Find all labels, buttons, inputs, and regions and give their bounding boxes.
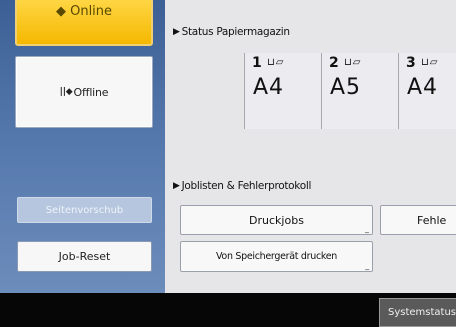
print-from-storage-button[interactable]: Von Speichergerät drucken _: [180, 241, 373, 272]
online-button[interactable]: ◆ Online: [15, 0, 153, 46]
paper-tray-status-heading: ▶ Status Papiermagazin: [173, 26, 290, 38]
paper-tray-strip: 1 ⊔▱ A4 2 ⊔▱ A5 3 ⊔▱ A4: [244, 53, 456, 129]
fehlerprotokoll-label: Fehle: [417, 213, 447, 227]
tray-paper-size: A4: [407, 75, 439, 100]
system-status-label: Systemstatus: [388, 307, 456, 318]
offline-icon: ||◆: [59, 87, 73, 97]
system-status-button[interactable]: Systemstatus: [379, 298, 456, 327]
triangle-right-icon: ▶: [173, 27, 180, 37]
fehlerprotokoll-button[interactable]: Fehle: [380, 205, 456, 235]
job-reset-button[interactable]: Job-Reset: [17, 241, 152, 272]
corner-marker-icon: _: [365, 224, 369, 233]
paper-tray-status-title: Status Papiermagazin: [181, 26, 290, 38]
tray-paper-icon: ⊔▱: [421, 57, 439, 68]
job-list-heading: ▶ Joblisten & Fehlerprotokoll: [173, 180, 311, 192]
tray-paper-size: A5: [330, 75, 362, 100]
online-icon: ◆: [55, 4, 66, 19]
druckjobs-button[interactable]: Druckjobs _: [180, 205, 373, 235]
paper-tray-2: 2 ⊔▱ A5: [322, 53, 399, 129]
triangle-right-icon: ▶: [173, 181, 180, 191]
tray-paper-icon: ⊔▱: [267, 57, 285, 68]
tray-paper-icon: ⊔▱: [344, 57, 362, 68]
offline-button[interactable]: ||◆ Offline: [15, 56, 153, 128]
tray-number: 2: [329, 55, 339, 71]
corner-marker-icon: _: [365, 261, 369, 270]
online-label: Online: [70, 4, 113, 19]
tray-paper-size: A4: [253, 75, 285, 100]
tray-number: 1: [252, 55, 262, 71]
job-reset-label: Job-Reset: [58, 250, 111, 263]
job-list-title: Joblisten & Fehlerprotokoll: [181, 180, 312, 192]
paper-tray-1: 1 ⊔▱ A4: [245, 53, 322, 129]
druckjobs-label: Druckjobs: [249, 213, 304, 227]
print-from-storage-label: Von Speichergerät drucken: [215, 251, 338, 262]
seitenvorschub-label: Seitenvorschub: [45, 204, 124, 216]
paper-tray-3: 3 ⊔▱ A4: [399, 53, 456, 129]
offline-label: Offline: [73, 85, 109, 99]
seitenvorschub-button[interactable]: Seitenvorschub: [17, 197, 152, 223]
tray-number: 3: [406, 55, 416, 71]
